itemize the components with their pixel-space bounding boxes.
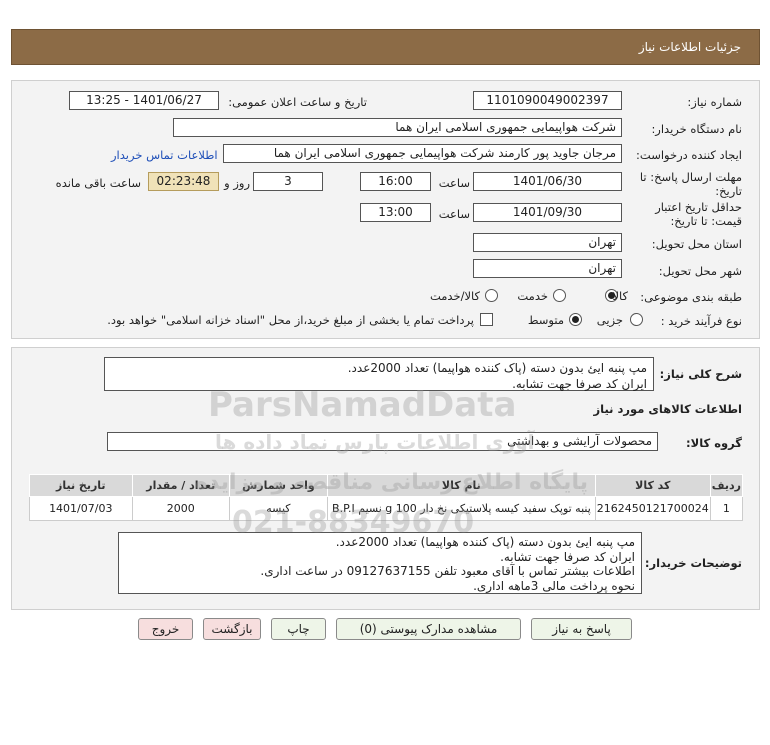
goods-table: ردیف کد کالا نام کالا واحد شمارش تعداد /… — [29, 474, 744, 521]
deadline-label-2: تاریخ: — [715, 184, 742, 198]
deadline-time-label: ساعت — [438, 176, 470, 190]
validity-time-label: ساعت — [438, 207, 470, 221]
city-label: شهر محل تحویل: — [658, 264, 742, 278]
col-row: ردیف — [709, 474, 744, 497]
exit-button[interactable]: خروج — [138, 618, 193, 640]
notes-line-4: نحوه پرداخت مالی 3ماهه اداری. — [473, 578, 635, 593]
page-title: جزئیات اطلاعات نیاز — [638, 40, 741, 54]
process-radio-minor[interactable] — [630, 313, 643, 326]
col-date: تاریخ نیاز — [29, 474, 133, 497]
creator-label: ایجاد کننده درخواست: — [636, 148, 742, 162]
buyer-org-label: نام دستگاه خریدار: — [651, 122, 742, 136]
summary-textarea[interactable]: مپ پنبه ایئ بدون دسته (پاک کننده هواپیما… — [104, 357, 654, 391]
creator-field[interactable]: مرجان جاوید پور کارمند شرکت هواپیمایی جم… — [223, 144, 622, 163]
goods-group-label: گروه کالا: — [686, 436, 742, 450]
category-radio-service[interactable] — [553, 289, 566, 302]
process-radio-medium[interactable] — [569, 313, 582, 326]
province-label: استان محل تحویل: — [651, 237, 742, 251]
remaining-label: ساعت باقی مانده — [55, 176, 141, 190]
category-goods-label: کالا — [612, 289, 628, 303]
category-label: طبقه بندی موضوعی: — [640, 290, 742, 304]
cell-date: 1401/07/03 — [29, 496, 133, 521]
page-header: جزئیات اطلاعات نیاز — [11, 29, 760, 65]
col-name: نام کالا — [326, 474, 596, 497]
cell-code: 2162450121700024 — [594, 496, 711, 521]
days-label: روز و — [224, 176, 250, 190]
attachments-button[interactable]: مشاهده مدارک پیوستی (0) — [336, 618, 521, 640]
col-code: کد کالا — [594, 474, 711, 497]
deadline-label: مهلت ارسال پاسخ: تا — [639, 170, 742, 184]
category-radio-both[interactable] — [485, 289, 498, 302]
buyer-notes-label: توضیحات خریدار: — [644, 556, 742, 570]
need-number-label: شماره نیاز: — [687, 95, 742, 109]
table-header-row: ردیف کد کالا نام کالا واحد شمارش تعداد /… — [29, 474, 744, 497]
deadline-time-field[interactable]: 16:00 — [360, 172, 431, 191]
notes-line-2: ایران کد صرفا جهت تشابه. — [500, 549, 635, 564]
table-row: 1 2162450121700024 پنبه توپک سفید کیسه پ… — [29, 496, 744, 521]
buyer-notes-textarea[interactable]: مپ پنبه ایئ بدون دسته (پاک کننده هواپیما… — [118, 532, 642, 594]
process-label: نوع فرآیند خرید : — [660, 314, 742, 328]
validity-time-field[interactable]: 13:00 — [360, 203, 431, 222]
deadline-date-field[interactable]: 1401/06/30 — [473, 172, 622, 191]
days-field[interactable]: 3 — [253, 172, 323, 191]
process-minor-label: جزیی — [596, 313, 623, 327]
category-both-label: کالا/خدمت — [429, 289, 480, 303]
print-button[interactable]: چاپ — [271, 618, 326, 640]
summary-line-2: ایران کد صرفا جهت تشابه. — [512, 377, 647, 391]
cell-row: 1 — [709, 496, 744, 521]
reply-button[interactable]: پاسخ به نیاز — [531, 618, 632, 640]
remaining-time: 02:23:48 — [148, 172, 219, 191]
category-service-label: خدمت — [517, 289, 548, 303]
treasury-checkbox[interactable] — [480, 313, 493, 326]
contact-info-link[interactable]: اطلاعات تماس خریدار — [111, 148, 218, 162]
process-medium-label: متوسط — [527, 313, 564, 327]
summary-line-1: مپ پنبه ایئ بدون دسته (پاک کننده هواپیما… — [347, 361, 647, 375]
city-field[interactable]: تهران — [473, 259, 622, 278]
cell-unit: کیسه — [228, 496, 328, 521]
col-unit: واحد شمارش — [228, 474, 328, 497]
announce-label: تاریخ و ساعت اعلان عمومی: — [228, 95, 367, 109]
cell-name: پنبه توپک سفید کیسه پلاستیکی نخ دار 100 … — [326, 496, 596, 521]
buyer-org-field[interactable]: شرکت هواپیمایی جمهوری اسلامی ایران هما — [173, 118, 622, 137]
notes-line-1: مپ پنبه ایئ بدون دسته (پاک کننده هواپیما… — [335, 535, 635, 549]
back-button[interactable]: بازگشت — [203, 618, 261, 640]
treasury-note: پرداخت تمام یا بخشی از مبلغ خرید،از محل … — [107, 313, 474, 327]
validity-date-field[interactable]: 1401/09/30 — [473, 203, 622, 222]
goods-info-title: اطلاعات کالاهای مورد نیاز — [593, 402, 742, 416]
province-field[interactable]: تهران — [473, 233, 622, 252]
need-number-field[interactable]: 1101090049002397 — [473, 91, 622, 110]
summary-label: شرح کلی نیاز: — [659, 367, 742, 381]
validity-label-2: قیمت: تا تاریخ: — [670, 214, 742, 228]
col-qty: تعداد / مقدار — [131, 474, 230, 497]
goods-group-field[interactable]: محصولات آرایشی و بهداشتی — [107, 432, 658, 451]
announce-field[interactable]: 1401/06/27 - 13:25 — [69, 91, 219, 110]
cell-qty: 2000 — [131, 496, 230, 521]
validity-label: حداقل تاریخ اعتبار — [655, 200, 742, 214]
notes-line-3: اطلاعات بیشتر تماس با آقای معبود تلفن 09… — [260, 564, 635, 578]
